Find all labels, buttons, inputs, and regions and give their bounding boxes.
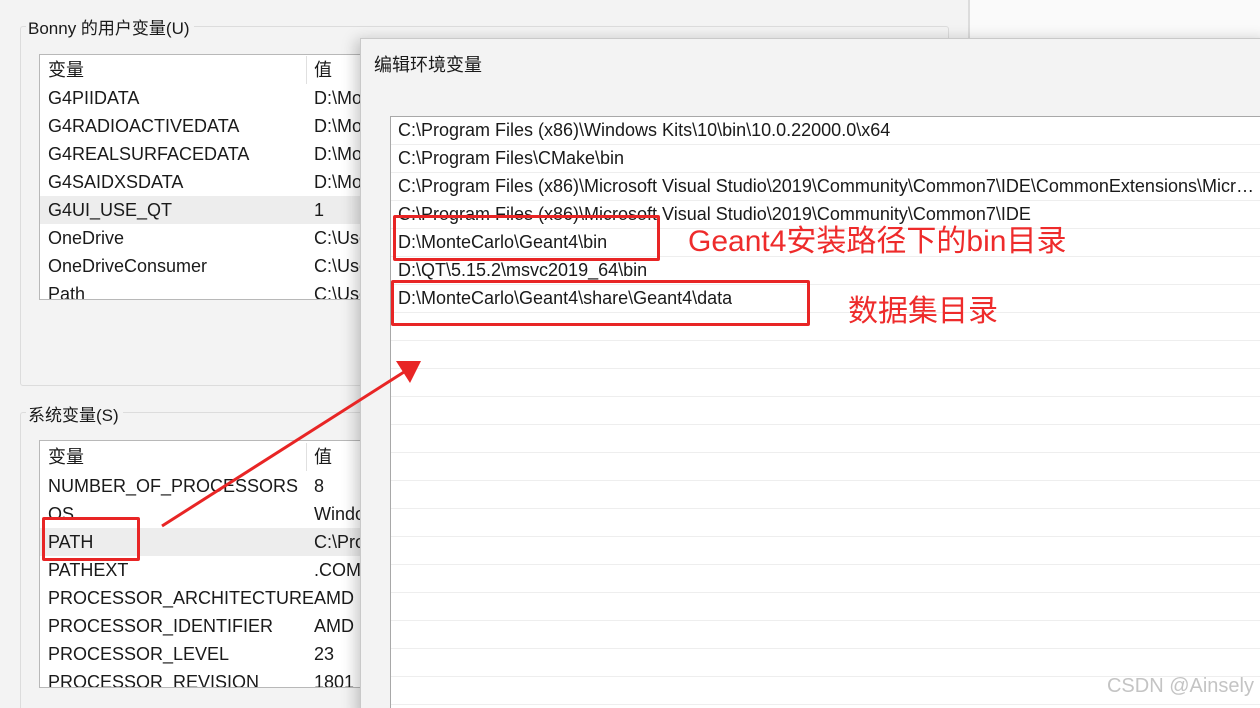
- arrow-head: [396, 361, 421, 383]
- watermark: CSDN @Ainsely: [1106, 675, 1254, 697]
- annotation-arrow: [161, 361, 421, 528]
- arrow-line: [161, 370, 405, 528]
